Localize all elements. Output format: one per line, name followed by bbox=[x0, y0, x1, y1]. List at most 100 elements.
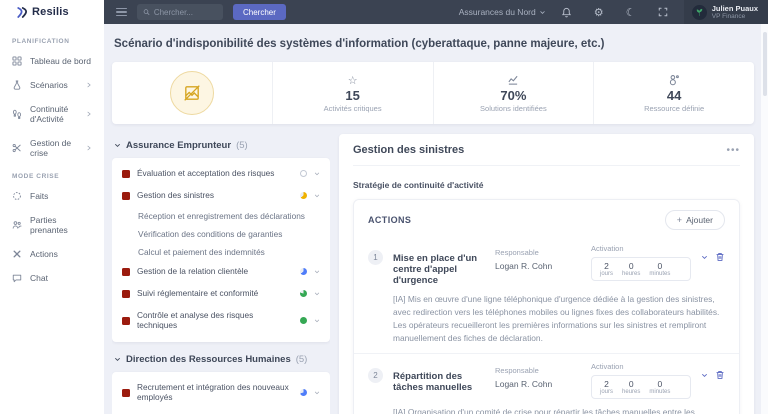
sidebar: PLANIFICATION Tableau de bord Scénarios … bbox=[0, 24, 104, 414]
activation-label: Activation bbox=[591, 244, 624, 253]
activation-minutes: 0 bbox=[657, 379, 663, 390]
user-menu[interactable]: Julien Puaux VP Finance bbox=[683, 0, 768, 24]
activity-row[interactable]: Gestion de la paie et des avantages soci… bbox=[112, 409, 330, 414]
activation-minutes: 0 bbox=[657, 261, 663, 271]
sidebar-item-tableau-de-bord[interactable]: Tableau de bord bbox=[0, 49, 104, 73]
scrollbar-thumb[interactable] bbox=[762, 32, 767, 96]
action-item: 1 Mise en place d'un centre d'appel d'ur… bbox=[354, 236, 739, 353]
action-title: Mise en place d'un centre d'appel d'urge… bbox=[393, 253, 478, 286]
chevron-down-icon[interactable] bbox=[314, 171, 320, 177]
activation-hours: 0 bbox=[628, 261, 634, 271]
actions-header-label: ACTIONS bbox=[368, 215, 412, 225]
organization-selector[interactable]: Assurances du Nord bbox=[459, 7, 546, 17]
activation-days: 2 bbox=[604, 379, 609, 390]
logo[interactable]: Resilis bbox=[0, 0, 104, 24]
image-off-icon bbox=[184, 85, 200, 101]
resources-icon bbox=[668, 73, 680, 87]
search-box bbox=[137, 4, 223, 20]
activity-marker bbox=[122, 267, 130, 276]
dashboard-grid-icon bbox=[12, 56, 22, 66]
fullscreen-icon[interactable] bbox=[652, 0, 674, 24]
add-action-label: Ajouter bbox=[686, 215, 713, 225]
resilis-logo-icon bbox=[17, 6, 28, 18]
more-options-icon[interactable]: ••• bbox=[726, 145, 740, 155]
topbar: Resilis Chercher Assurances du Nord ⚙ ☾ bbox=[0, 0, 768, 24]
responsable-label: Responsable bbox=[495, 366, 539, 376]
collapse-chevron-icon[interactable] bbox=[701, 372, 708, 379]
search-button[interactable]: Chercher bbox=[233, 4, 286, 20]
sidebar-item-label: Tableau de bord bbox=[30, 56, 91, 66]
activity-label: Gestion de la relation clientèle bbox=[137, 265, 249, 276]
progress-indicator bbox=[300, 389, 307, 397]
collapse-chevron-icon[interactable] bbox=[701, 254, 708, 261]
activation-duration-box[interactable]: 2 jours 0 heures 0 minutes bbox=[591, 257, 691, 281]
sidebar-item-label: Scénarios bbox=[30, 80, 68, 90]
settings-gear-icon[interactable]: ⚙ bbox=[588, 0, 610, 24]
sidebar-item-faits[interactable]: Faits bbox=[0, 184, 104, 208]
notifications-bell-icon[interactable] bbox=[556, 0, 578, 24]
action-number-badge: 2 bbox=[368, 368, 383, 384]
sidebar-item-scenarios[interactable]: Scénarios bbox=[0, 73, 104, 97]
flask-icon bbox=[13, 80, 21, 90]
activity-row[interactable]: Suivi réglementaire et conformité bbox=[112, 283, 330, 305]
sidebar-item-continuite-activite[interactable]: Continuité d'Activité bbox=[0, 97, 104, 131]
activity-label: Suivi réglementaire et conformité bbox=[137, 287, 259, 298]
trash-icon[interactable] bbox=[715, 252, 725, 262]
user-role: VP Finance bbox=[711, 12, 746, 20]
progress-indicator bbox=[300, 192, 307, 200]
activation-duration-box[interactable]: 2 jours 0 heures 0 minutes bbox=[591, 375, 691, 400]
sub-activity-row[interactable]: Calcul et paiement des indemnités bbox=[112, 243, 330, 261]
chevron-down-icon[interactable] bbox=[314, 318, 320, 324]
group-header-ressources-humaines[interactable]: Direction des Ressources Humaines (5) bbox=[114, 354, 330, 365]
add-action-button[interactable]: + Ajouter bbox=[664, 210, 725, 230]
chevron-down-icon bbox=[115, 357, 120, 361]
detail-title: Gestion des sinistres bbox=[353, 144, 465, 156]
search-input[interactable] bbox=[153, 7, 217, 17]
stats-card: ☆ 15 Activités critiques 70% Solutions i… bbox=[112, 62, 754, 124]
responsable-label: Responsable bbox=[495, 248, 539, 257]
sidebar-item-gestion-de-crise[interactable]: Gestion de crise bbox=[0, 131, 104, 165]
activity-row[interactable]: Gestion des sinistres bbox=[112, 185, 330, 207]
chevron-right-icon bbox=[87, 145, 91, 151]
sidebar-item-actions[interactable]: Actions bbox=[0, 242, 104, 266]
activity-marker bbox=[122, 289, 130, 298]
scrollbar-track[interactable] bbox=[761, 24, 768, 414]
chevron-down-icon[interactable] bbox=[314, 193, 320, 199]
activity-label: Contrôle et analyse des risques techniqu… bbox=[137, 309, 254, 330]
group-title: Assurance Emprunteur bbox=[126, 140, 232, 151]
trash-icon[interactable] bbox=[715, 370, 725, 380]
group-card: Recrutement et intégration des nouveaux … bbox=[112, 371, 330, 414]
activity-marker bbox=[122, 191, 130, 200]
page-title: Scénario d'indisponibilité des systèmes … bbox=[114, 38, 605, 50]
activity-marker bbox=[122, 388, 130, 397]
stat-value: 44 bbox=[666, 88, 682, 103]
stat-ressource-definie: 44 Ressource définie bbox=[593, 62, 754, 124]
chevron-down-icon[interactable] bbox=[314, 291, 320, 297]
responsable-value: Logan R. Cohn bbox=[495, 261, 553, 271]
group-header-assurance-emprunteur[interactable]: Assurance Emprunteur (5) bbox=[114, 140, 330, 151]
chevron-down-icon[interactable] bbox=[314, 269, 320, 275]
sidebar-item-parties-prenantes[interactable]: Parties prenantes bbox=[0, 208, 104, 242]
image-placeholder-circle bbox=[169, 71, 214, 115]
line-chart-icon bbox=[507, 73, 519, 87]
group-count: (5) bbox=[295, 353, 308, 365]
sub-activity-row[interactable]: Vérification des conditions de garanties bbox=[112, 225, 330, 243]
sub-activity-row[interactable]: Réception et enregistrement des déclarat… bbox=[112, 207, 330, 225]
activity-row[interactable]: Évaluation et acceptation des risques bbox=[112, 163, 330, 185]
activation-hours-unit: heures bbox=[622, 271, 641, 277]
activity-row[interactable]: Gestion de la relation clientèle bbox=[112, 261, 330, 283]
activity-row[interactable]: Recrutement et intégration des nouveaux … bbox=[112, 377, 330, 409]
activity-row[interactable]: Contrôle et analyse des risques techniqu… bbox=[112, 305, 330, 337]
search-icon bbox=[143, 9, 150, 15]
hamburger-menu-icon[interactable] bbox=[116, 7, 127, 17]
dark-mode-moon-icon[interactable]: ☾ bbox=[620, 0, 642, 24]
scissors-icon bbox=[12, 143, 21, 153]
sidebar-item-chat[interactable]: Chat bbox=[0, 266, 104, 290]
sidebar-item-label: Continuité d'Activité bbox=[30, 104, 69, 124]
responsable-value: Logan R. Cohn bbox=[495, 379, 553, 390]
divider bbox=[353, 165, 740, 166]
action-item: 2 Répartition des tâches manuelles Respo… bbox=[354, 353, 739, 414]
chevron-down-icon[interactable] bbox=[314, 390, 320, 396]
footprints-icon bbox=[12, 109, 22, 119]
plus-icon: + bbox=[676, 215, 683, 225]
